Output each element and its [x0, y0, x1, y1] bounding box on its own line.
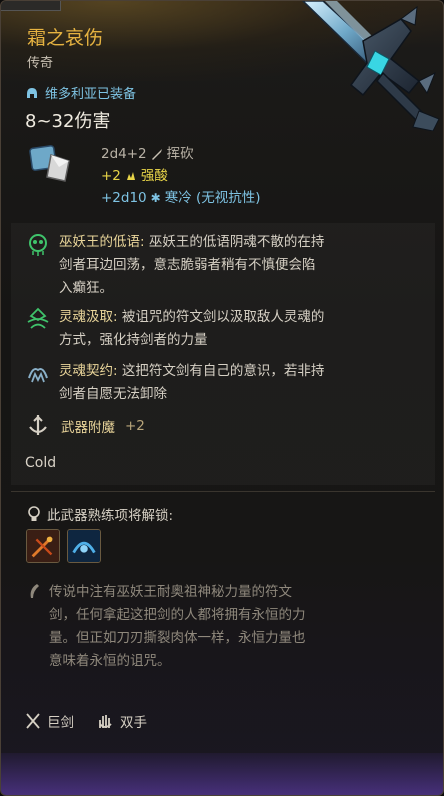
helmet-icon [27, 87, 37, 98]
damage-base-line: 2d4+2 挥砍 [101, 143, 261, 165]
enchant-icon [29, 415, 47, 435]
passive-title: 灵魂汲取: [59, 309, 118, 325]
quill-icon [30, 584, 39, 598]
damage-acid-type: 强酸 [140, 168, 168, 184]
dice-icon [29, 145, 70, 182]
enchant-value: +2 [125, 418, 145, 434]
damage-base-roll: 2d4+2 [101, 146, 147, 162]
tag-label: 双手 [120, 715, 147, 731]
tab-fragment [1, 1, 61, 11]
slashing-icon [151, 149, 162, 160]
flavor-text: 传说中注有巫妖王耐奥祖神秘力量的符文剑，任何拿起这把剑的人都将拥有永恒的力量。但… [49, 584, 306, 669]
passive-title: 巫妖王的低语: [59, 234, 145, 250]
legendary-footer-glow [1, 753, 443, 795]
cleave-action-icon[interactable] [26, 529, 60, 563]
damage-acid-line: +2 强酸 [101, 165, 261, 187]
enchant-label: 武器附魔 [61, 420, 115, 436]
item-rarity: 传奇 [27, 56, 54, 71]
proficiency-label: 此武器熟练项将解锁: [47, 508, 174, 524]
skull-whisper-icon [29, 234, 47, 256]
passive-soul-drain[interactable]: 灵魂汲取: 被诅咒的符文剑以汲取敌人灵魂的方式，强化持剑者的力量 [25, 306, 325, 352]
snowflake-icon: ✱ [150, 191, 161, 205]
damage-acid-bonus: +2 [101, 168, 121, 184]
weapon-tags: 巨剑 双手 [25, 711, 147, 731]
soul-pact-icon [28, 368, 48, 383]
acid-icon [126, 172, 135, 180]
proficiency-header: 此武器熟练项将解锁: [27, 504, 173, 524]
item-tooltip: 霜之哀伤 传奇 维多利亚已装备 8~32伤害 2d4+2 挥砍 +2 强酸 +2… [0, 0, 444, 796]
two-handed-icon [99, 715, 112, 728]
enchant-element: Cold [25, 455, 57, 471]
passive-text: 灵魂契约: 这把符文剑有自己的意识，若非持剑者自愿无法卸除 [59, 360, 325, 406]
frostmourne-weapon-icon [301, 1, 440, 131]
damage-base-type: 挥砍 [166, 146, 194, 162]
damage-lines: 2d4+2 挥砍 +2 强酸 +2d10 ✱ 寒冷 (无视抗性) [101, 143, 261, 209]
soul-drain-icon [27, 307, 49, 329]
weapon-enchantment[interactable]: 武器附魔 +2 [25, 413, 145, 439]
damage-cold-bonus: +2d10 [101, 190, 147, 206]
greatsword-icon [26, 713, 40, 729]
pommel-strike-icon[interactable] [67, 529, 101, 563]
equipped-indicator: 维多利亚已装备 [25, 83, 136, 102]
damage-cold-type: 寒冷 (无视抗性) [164, 190, 261, 206]
passive-text: 巫妖王的低语: 巫妖王的低语阴魂不散的在持剑者耳边回荡，意志脆弱者稍有不慎便会陷… [59, 231, 325, 300]
passive-title: 灵魂契约: [59, 363, 118, 379]
damage-range: 8~32伤害 [25, 111, 111, 132]
passive-lich-whisper[interactable]: 巫妖王的低语: 巫妖王的低语阴魂不散的在持剑者耳边回荡，意志脆弱者稍有不慎便会陷… [25, 231, 325, 300]
passive-text: 灵魂汲取: 被诅咒的符文剑以汲取敌人灵魂的方式，强化持剑者的力量 [59, 306, 325, 352]
tag-greatsword[interactable]: 巨剑 [25, 711, 74, 731]
section-divider [11, 491, 435, 492]
tag-two-handed[interactable]: 双手 [96, 711, 147, 731]
damage-cold-line: +2d10 ✱ 寒冷 (无视抗性) [101, 187, 261, 209]
equipped-text: 维多利亚已装备 [45, 87, 137, 102]
lightbulb-icon [28, 506, 40, 521]
item-name: 霜之哀伤 [27, 27, 104, 49]
tag-label: 巨剑 [47, 715, 74, 731]
passive-soul-pact[interactable]: 灵魂契约: 这把符文剑有自己的意识，若非持剑者自愿无法卸除 [25, 360, 325, 406]
